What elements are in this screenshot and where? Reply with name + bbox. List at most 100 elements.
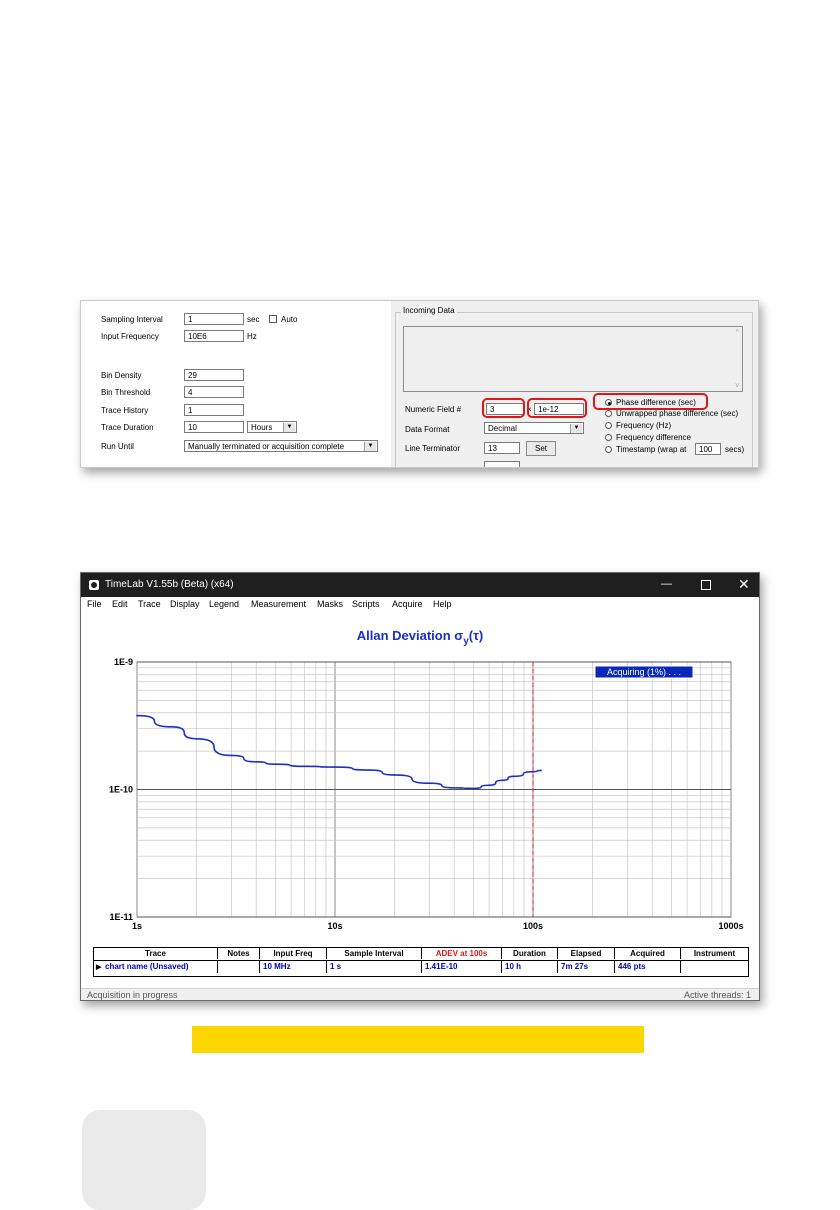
x-tick-label: 10s	[327, 921, 342, 931]
chevron-down-icon[interactable]: ▼	[364, 442, 376, 451]
set-button[interactable]: Set	[526, 441, 556, 456]
trace-duration-field[interactable]: 10	[184, 421, 244, 433]
sampling-interval-unit: sec	[247, 315, 260, 324]
menu-acquire[interactable]: Acquire	[392, 599, 423, 609]
menu-trace[interactable]: Trace	[138, 599, 161, 609]
adev-point	[513, 775, 515, 778]
x-tick-label: 1000s	[718, 921, 743, 931]
chart-title-suffix: (τ)	[469, 628, 483, 643]
auto-label: Auto	[281, 315, 298, 324]
menu-file[interactable]: File	[87, 599, 102, 609]
highlight-ring	[593, 393, 708, 410]
data-format-select[interactable]: Decimal ▼	[484, 422, 584, 434]
col-header: Notes	[217, 948, 259, 959]
col-header: Input Freq	[259, 948, 326, 959]
trace-history-label: Trace History	[101, 406, 149, 415]
status-text: Acquisition in progress	[87, 990, 178, 1000]
chart-grid	[136, 661, 732, 918]
line-terminator-label: Line Terminator	[405, 444, 460, 453]
page-corner-tab	[82, 1110, 206, 1210]
col-header: Duration	[501, 948, 557, 959]
sampling-interval-label: Sampling Interval	[101, 315, 163, 324]
maximize-icon[interactable]	[701, 580, 711, 590]
adev-point	[255, 760, 258, 763]
col-header: Instrument	[680, 948, 748, 959]
adev-point	[230, 754, 233, 757]
radio-unwrapped-phase[interactable]	[605, 410, 612, 417]
trace-duration-unit-value: Hours	[251, 423, 273, 432]
bin-threshold-field[interactable]: 4	[184, 386, 244, 398]
input-frequency-label: Input Frequency	[101, 332, 159, 341]
x-tick-label: 1s	[132, 921, 142, 931]
hidden-field[interactable]	[484, 461, 520, 467]
radio-frequency-difference[interactable]	[605, 434, 612, 441]
adev-point	[501, 779, 504, 782]
run-until-select[interactable]: Manually terminated or acquisition compl…	[184, 440, 378, 452]
cell-duration: 10 h	[501, 960, 557, 973]
table-row[interactable]: ▶ chart name (Unsaved) 10 MHz 1 s 1.41E-…	[94, 960, 748, 976]
radio-timestamp[interactable]	[605, 446, 612, 453]
timelab-window: TimeLab V1.55b (Beta) (x64) — ✕ File Edi…	[80, 572, 760, 1001]
cell-sample-interval: 1 s	[326, 960, 421, 973]
radio-frequency[interactable]	[605, 422, 612, 429]
line-terminator-input[interactable]: 13	[484, 442, 520, 454]
title-bar[interactable]: TimeLab V1.55b (Beta) (x64) — ✕	[81, 573, 759, 597]
highlight-ring	[482, 398, 525, 418]
adev-point	[334, 766, 336, 768]
auto-checkbox[interactable]	[269, 315, 277, 323]
trace-duration-unit-select[interactable]: Hours ▼	[247, 421, 297, 433]
adev-point	[303, 765, 306, 768]
chevron-down-icon[interactable]: ▼	[570, 424, 582, 433]
data-format-value: Decimal	[488, 424, 517, 433]
input-frequency-field[interactable]: 10E6	[184, 330, 244, 342]
menu-masks[interactable]: Masks	[317, 599, 343, 609]
run-until-label: Run Until	[101, 442, 134, 451]
highlight-ring	[527, 398, 587, 418]
scroll-up-icon[interactable]: ^	[736, 329, 739, 336]
menu-scripts[interactable]: Scripts	[352, 599, 380, 609]
cell-adev-100s: 1.41E-10	[421, 960, 501, 973]
menu-legend[interactable]: Legend	[209, 599, 239, 609]
incoming-data-textbox[interactable]: ^ v	[403, 326, 743, 392]
active-threads-text: Active threads: 1	[683, 990, 751, 1000]
cell-elapsed: 7m 27s	[557, 960, 614, 973]
adev-point	[136, 714, 138, 717]
bin-density-field[interactable]: 29	[184, 369, 244, 381]
radio-label: Frequency difference	[616, 433, 692, 442]
radio-label: Frequency (Hz)	[616, 421, 672, 430]
chevron-down-icon[interactable]: ▼	[283, 423, 295, 432]
cell-acquired: 446 pts	[614, 960, 680, 973]
minimize-icon[interactable]: —	[661, 578, 672, 590]
adev-point	[171, 726, 173, 728]
data-format-label: Data Format	[405, 425, 450, 434]
adev-chart[interactable]: Allan Deviation σy(τ) 1s 10s 100s 1000s 1E-9…	[82, 612, 758, 944]
bin-threshold-label: Bin Threshold	[101, 388, 151, 397]
trace-history-field[interactable]: 1	[184, 404, 244, 416]
status-bar: Acquisition in progress Active threads: …	[81, 988, 759, 1000]
radio-label: Timestamp (wrap at	[616, 445, 687, 454]
y-tick-label: 1E-11	[109, 912, 133, 922]
adev-point	[393, 774, 396, 776]
menu-edit[interactable]: Edit	[112, 599, 128, 609]
numeric-field-label: Numeric Field #	[405, 405, 462, 414]
chart-title-main: Allan Deviation σ	[357, 628, 464, 643]
adev-point	[195, 737, 198, 740]
menu-help[interactable]: Help	[433, 599, 452, 609]
adev-point	[540, 769, 542, 772]
scroll-down-icon[interactable]: v	[736, 382, 740, 389]
sampling-interval-field[interactable]: 1	[184, 313, 244, 325]
cell-trace: chart name (Unsaved)	[105, 962, 189, 971]
menu-display[interactable]: Display	[170, 599, 200, 609]
timestamp-wrap-input[interactable]: 100	[695, 443, 721, 455]
acquisition-settings-panel: Sampling Interval 1 sec Auto Input Frequ…	[80, 300, 759, 468]
adev-point	[274, 763, 277, 765]
adev-point	[369, 769, 371, 771]
window-title: TimeLab V1.55b (Beta) (x64)	[105, 579, 234, 590]
adev-point	[428, 782, 431, 785]
incoming-data-title: Incoming Data	[401, 306, 457, 315]
chart-title: Allan Deviation σy(τ)	[357, 628, 483, 647]
close-icon[interactable]: ✕	[738, 576, 750, 593]
menu-measurement[interactable]: Measurement	[251, 599, 306, 609]
y-tick-label: 1E-10	[109, 785, 133, 795]
col-header: Acquired	[614, 948, 680, 959]
